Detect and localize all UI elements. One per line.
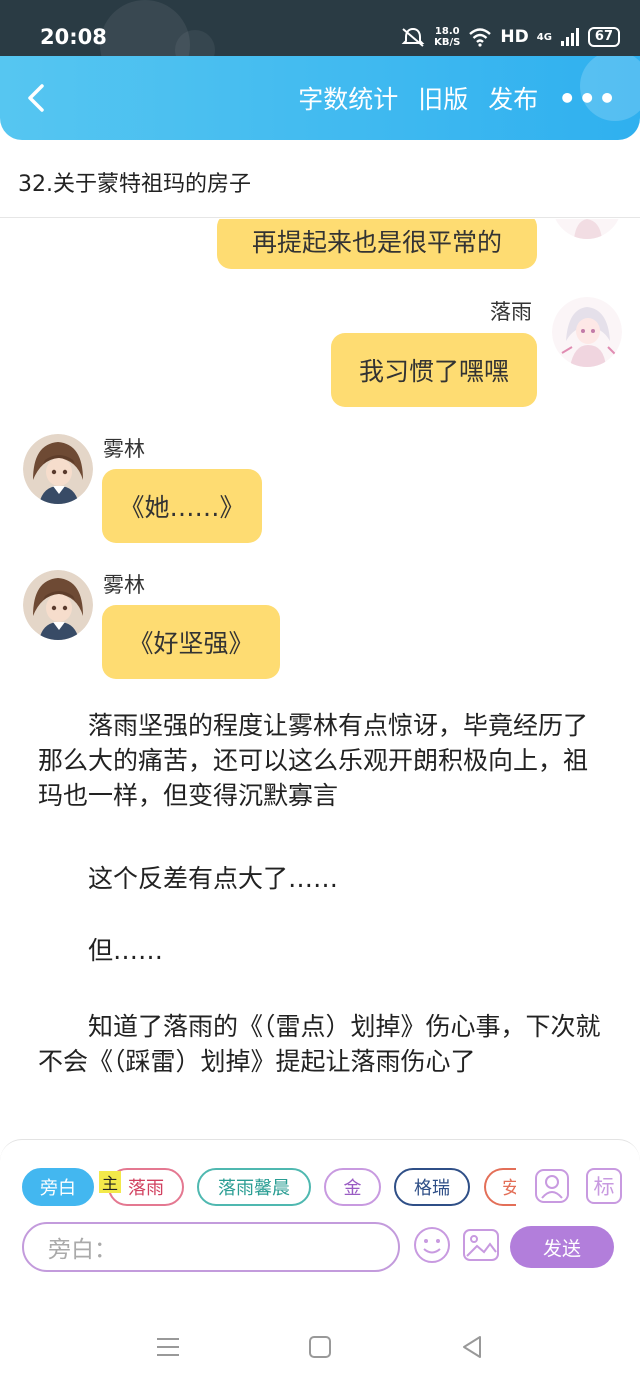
mark-button[interactable]: 标	[586, 1168, 622, 1204]
narration-paragraph[interactable]: 知道了落雨的《（雷点）划掉》伤心事，下次就不会《（踩雷）划掉》提起让落雨伤心了	[38, 1009, 608, 1079]
message-bubble[interactable]: 我习惯了嘿嘿	[331, 333, 537, 407]
message-bubble[interactable]: 《好坚强》	[102, 605, 280, 679]
role-manage-icon[interactable]	[534, 1168, 570, 1204]
message-input[interactable]: 旁白：	[22, 1222, 400, 1272]
status-icons: 18.0 KB/S HD 4G 67	[400, 26, 620, 48]
status-bar: 20:08 18.0 KB/S HD 4G 67	[0, 0, 640, 56]
avatar-luoyu[interactable]	[552, 219, 622, 239]
role-chip-gerui[interactable]: 格瑞	[394, 1168, 470, 1206]
status-time: 20:08	[40, 25, 107, 49]
message-input-placeholder: 旁白：	[48, 1237, 117, 1263]
role-chip-luoyu-xinchen[interactable]: 落雨馨晨	[197, 1168, 311, 1206]
nav-back-icon[interactable]	[458, 1333, 486, 1361]
chapter-title-bar: 32.关于蒙特祖玛的房子	[0, 140, 640, 218]
speaker-name: 雾林	[103, 573, 145, 597]
header-actions: 字数统计 旧版 发布 •••	[298, 80, 618, 116]
publish-button[interactable]: 发布	[488, 80, 538, 116]
narration-paragraph[interactable]: 但……	[38, 933, 608, 968]
avatar-wulin[interactable]	[23, 434, 93, 504]
image-icon[interactable]	[462, 1226, 500, 1264]
old-version-button[interactable]: 旧版	[418, 80, 468, 116]
speaker-name: 落雨	[490, 300, 532, 324]
message-bubble[interactable]: 《她……》	[102, 469, 262, 543]
status-decoration	[175, 30, 215, 56]
narration-paragraph[interactable]: 这个反差有点大了……	[38, 861, 608, 896]
speaker-name: 雾林	[103, 437, 145, 461]
network-hd: HD	[500, 27, 529, 47]
network-gen: 4G	[536, 31, 552, 43]
emoji-icon[interactable]	[413, 1226, 451, 1264]
message-text: 《她……》	[119, 493, 245, 522]
more-button[interactable]: •••	[558, 82, 618, 115]
message-text: 我习惯了嘿嘿	[358, 357, 509, 386]
message-text: 《好坚强》	[128, 629, 254, 658]
chapter-title[interactable]: 32.关于蒙特祖玛的房子	[18, 166, 251, 198]
role-chip-an[interactable]: 安	[484, 1168, 516, 1206]
system-nav-bar	[0, 1273, 640, 1387]
message-text: 再提起来也是很平常的	[251, 228, 502, 257]
mark-label: 标	[593, 1175, 615, 1199]
mute-icon	[401, 27, 425, 47]
role-chip-narration[interactable]: 旁白	[22, 1168, 94, 1206]
avatar-wulin[interactable]	[23, 570, 93, 640]
host-tag: 主	[99, 1171, 121, 1193]
speed-unit: KB/S	[434, 37, 461, 48]
send-button[interactable]: 发送	[510, 1226, 614, 1268]
role-chip-jin[interactable]: 金	[324, 1168, 381, 1206]
message-bubble[interactable]: 再提起来也是很平常的	[217, 219, 537, 269]
composer: 旁白 落雨 主 落雨馨晨 金 格瑞 安 标 旁白： 发送	[0, 1139, 640, 1273]
signal-icon	[560, 28, 579, 46]
speed-value: 18.0	[434, 26, 460, 37]
app-header: 字数统计 旧版 发布 •••	[0, 56, 640, 140]
back-button[interactable]	[18, 78, 58, 118]
battery-indicator: 67	[587, 27, 620, 47]
word-count-button[interactable]: 字数统计	[298, 80, 398, 116]
home-icon[interactable]	[306, 1333, 334, 1361]
narration-paragraph[interactable]: 落雨坚强的程度让雾林有点惊讶，毕竟经历了那么大的痛苦，还可以这么乐观开朗积极向上…	[38, 708, 608, 813]
wifi-icon	[469, 28, 492, 47]
avatar-luoyu[interactable]	[552, 297, 622, 367]
menu-icon[interactable]	[154, 1333, 182, 1361]
chat-area[interactable]: 再提起来也是很平常的 落雨 我习惯了嘿嘿 雾林 《她……》 雾林 《好坚强》 落…	[0, 219, 640, 1139]
network-speed: 18.0 KB/S	[434, 26, 460, 48]
